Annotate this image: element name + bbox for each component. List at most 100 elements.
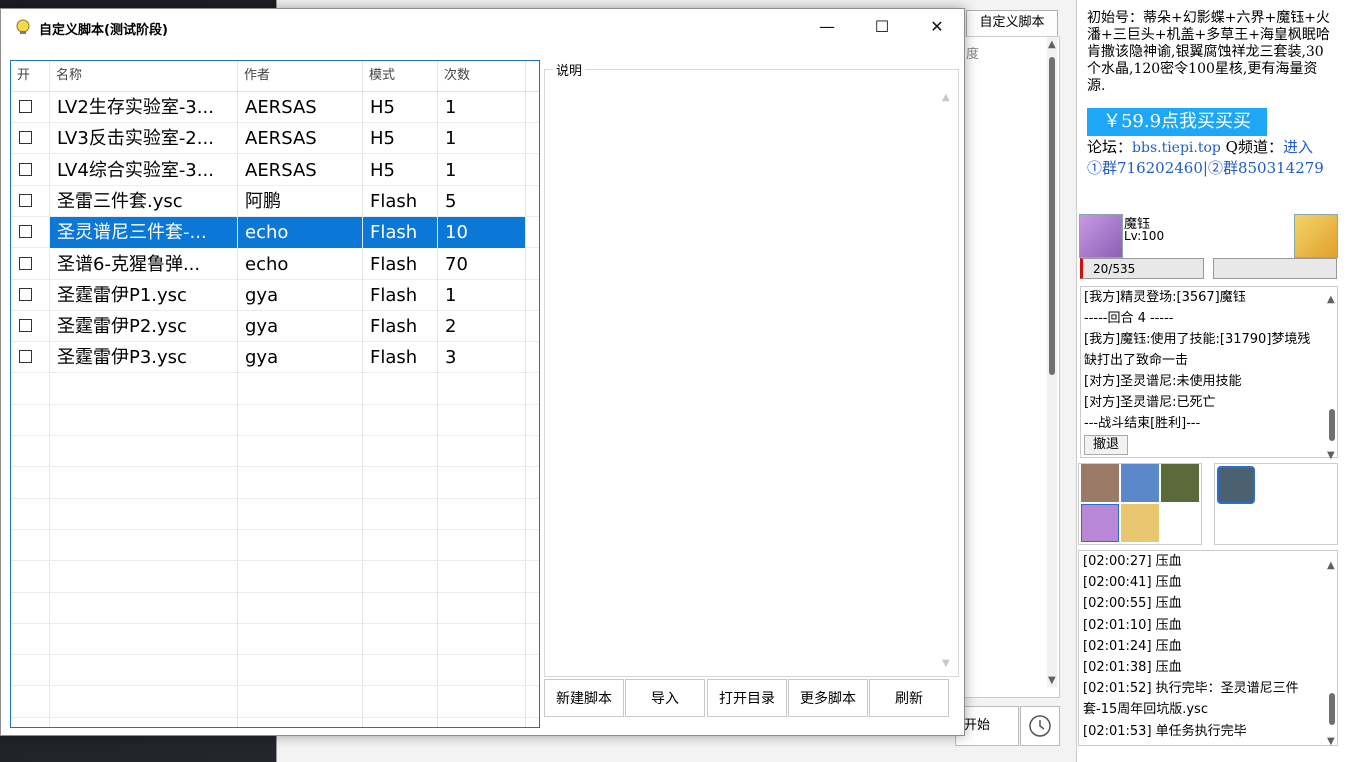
table-row[interactable]: 圣霆雷伊P1.ysc gya Flash 1: [11, 279, 539, 311]
table-row[interactable]: [11, 373, 539, 405]
enabled-cell[interactable]: [11, 436, 50, 468]
count-cell[interactable]: 1: [438, 279, 526, 311]
count-cell[interactable]: 5: [438, 185, 526, 217]
enabled-cell[interactable]: [11, 92, 50, 123]
scroll-up-icon[interactable]: ▲: [1327, 289, 1335, 310]
minimize-button[interactable]: —: [799, 9, 855, 45]
table-row[interactable]: 圣雷三件套.ysc 阿鹏 Flash 5: [11, 185, 539, 217]
table-row[interactable]: LV3反击实验室-2... AERSAS H5 1: [11, 123, 539, 155]
table-row[interactable]: 圣霆雷伊P3.ysc gya Flash 3: [11, 342, 539, 374]
enabled-cell[interactable]: [11, 405, 50, 436]
enabled-cell[interactable]: [11, 467, 50, 499]
close-button[interactable]: ✕: [909, 9, 965, 45]
col-header-mode[interactable]: 模式: [363, 61, 438, 91]
enabled-cell[interactable]: [11, 686, 50, 718]
name-cell[interactable]: LV4综合实验室-3...: [50, 154, 238, 186]
count-cell[interactable]: [438, 561, 526, 593]
table-row[interactable]: [11, 498, 539, 530]
count-cell[interactable]: [438, 624, 526, 656]
author-cell[interactable]: gya: [238, 279, 363, 311]
name-cell[interactable]: LV3反击实验室-2...: [50, 123, 238, 155]
enabled-cell[interactable]: [11, 718, 50, 727]
author-cell[interactable]: gya: [238, 342, 363, 374]
mode-cell[interactable]: Flash: [363, 217, 438, 249]
team-pet-avatar[interactable]: [1161, 464, 1199, 502]
name-cell[interactable]: 圣霆雷伊P1.ysc: [50, 279, 238, 311]
scroll-thumb[interactable]: [1049, 57, 1055, 375]
author-cell[interactable]: AERSAS: [238, 154, 363, 186]
enable-checkbox[interactable]: [19, 193, 32, 207]
more-scripts-button[interactable]: 更多脚本: [788, 679, 868, 717]
table-row[interactable]: [11, 718, 539, 727]
mode-cell[interactable]: Flash: [363, 279, 438, 311]
author-cell[interactable]: [238, 373, 363, 405]
author-cell[interactable]: [238, 686, 363, 718]
col-header-name[interactable]: 名称: [50, 61, 238, 91]
team-pet-avatar[interactable]: [1121, 464, 1159, 502]
system-log[interactable]: [02:00:27] 压血 [02:00:41] 压血 [02:00:55] 压…: [1078, 550, 1338, 747]
col-header-count[interactable]: 次数: [438, 61, 526, 91]
count-cell[interactable]: 70: [438, 248, 526, 280]
timer-button[interactable]: [1020, 706, 1060, 746]
mode-cell[interactable]: [363, 498, 438, 530]
enable-checkbox[interactable]: [19, 287, 32, 301]
enabled-cell[interactable]: [11, 342, 50, 374]
author-cell[interactable]: AERSAS: [238, 92, 363, 123]
group1-link[interactable]: ①群716202460|: [1087, 159, 1208, 177]
enable-checkbox[interactable]: [19, 319, 32, 333]
scroll-thumb[interactable]: [1329, 693, 1335, 725]
name-cell[interactable]: [50, 405, 238, 436]
name-cell[interactable]: 圣霆雷伊P2.ysc: [50, 311, 238, 343]
count-cell[interactable]: [438, 498, 526, 530]
author-cell[interactable]: [238, 592, 363, 624]
script-grid[interactable]: 开 名称 作者 模式 次数 LV2生存实验室-3... AERSAS H5 1 LV3反…: [10, 60, 540, 728]
count-cell[interactable]: 1: [438, 154, 526, 186]
import-button[interactable]: 导入: [625, 679, 705, 717]
scroll-down-icon[interactable]: ▼: [1048, 675, 1056, 686]
count-cell[interactable]: 1: [438, 123, 526, 155]
refresh-button[interactable]: 刷新: [869, 679, 949, 717]
count-cell[interactable]: [438, 436, 526, 468]
table-row[interactable]: [11, 624, 539, 656]
author-cell[interactable]: echo: [238, 248, 363, 280]
enabled-cell[interactable]: [11, 498, 50, 530]
author-cell[interactable]: [238, 655, 363, 687]
enabled-cell[interactable]: [11, 217, 50, 249]
table-row[interactable]: LV2生存实验室-3... AERSAS H5 1: [11, 92, 539, 123]
battle-log[interactable]: [我方]精灵登场:[3567]魔钰 -----回合 4 ----- [我方]魔钰…: [1080, 286, 1338, 461]
name-cell[interactable]: [50, 655, 238, 687]
count-cell[interactable]: 2: [438, 311, 526, 343]
table-row[interactable]: [11, 561, 539, 593]
scroll-up-icon[interactable]: ▲: [1048, 39, 1056, 50]
scroll-down-icon[interactable]: ▼: [942, 658, 950, 669]
count-cell[interactable]: [438, 405, 526, 436]
enabled-cell[interactable]: [11, 185, 50, 217]
name-cell[interactable]: [50, 686, 238, 718]
mode-cell[interactable]: Flash: [363, 311, 438, 343]
name-cell[interactable]: LV2生存实验室-3...: [50, 92, 238, 123]
name-cell[interactable]: [50, 530, 238, 562]
mode-cell[interactable]: [363, 467, 438, 499]
new-script-button[interactable]: 新建脚本: [544, 679, 624, 717]
author-cell[interactable]: [238, 436, 363, 468]
mode-cell[interactable]: H5: [363, 123, 438, 155]
name-cell[interactable]: [50, 498, 238, 530]
group2-link[interactable]: ②群850314279: [1208, 159, 1324, 177]
table-row[interactable]: 圣霆雷伊P2.ysc gya Flash 2: [11, 311, 539, 343]
mode-cell[interactable]: Flash: [363, 248, 438, 280]
enabled-cell[interactable]: [11, 123, 50, 155]
enabled-cell[interactable]: [11, 373, 50, 405]
scroll-thumb[interactable]: [1329, 409, 1335, 441]
forum-link[interactable]: bbs.tiepi.top: [1132, 140, 1221, 156]
author-cell[interactable]: [238, 718, 363, 727]
mode-cell[interactable]: H5: [363, 92, 438, 123]
mode-cell[interactable]: Flash: [363, 342, 438, 374]
author-cell[interactable]: [238, 498, 363, 530]
table-row[interactable]: [11, 686, 539, 718]
scroll-down-icon[interactable]: ▼: [1327, 731, 1335, 752]
author-cell[interactable]: [238, 561, 363, 593]
name-cell[interactable]: [50, 624, 238, 656]
name-cell[interactable]: 圣谱6-克猩鲁弹...: [50, 248, 238, 280]
enabled-cell[interactable]: [11, 279, 50, 311]
enabled-cell[interactable]: [11, 154, 50, 186]
